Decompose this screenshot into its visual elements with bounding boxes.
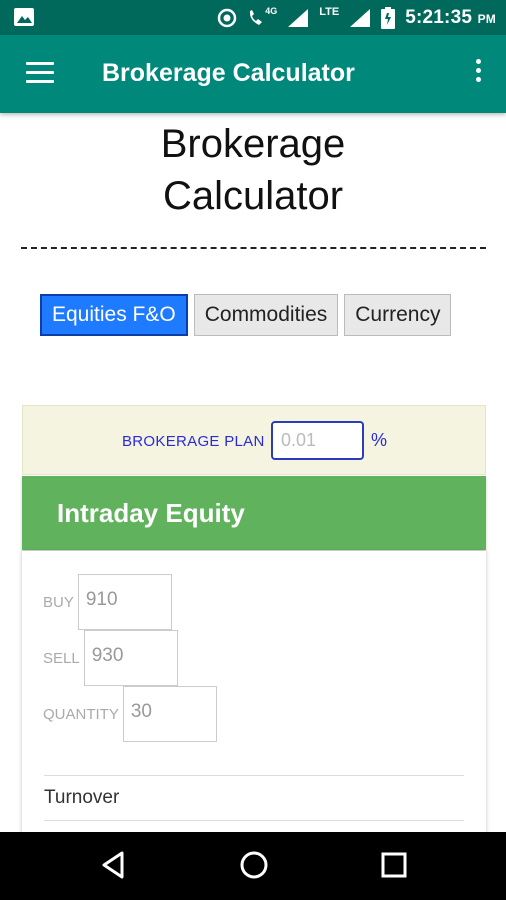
system-navigation-bar	[0, 832, 506, 900]
buy-input[interactable]: 910	[77, 574, 172, 630]
page-title: Brokerage Calculator	[0, 118, 506, 222]
buy-label: BUY	[43, 593, 74, 611]
network-type-label: 4G	[265, 5, 278, 16]
buy-field: BUY 910	[43, 574, 172, 630]
quantity-field: QUANTITY 30	[43, 686, 217, 742]
volte-call-icon: 4G	[247, 5, 278, 28]
app-bar: Brokerage Calculator	[0, 35, 506, 113]
lte-label: LTE	[319, 5, 340, 18]
page-title-line2: Calculator	[162, 174, 344, 218]
brokerage-plan-input[interactable]: 0.01	[271, 421, 364, 460]
intraday-equity-header[interactable]: Intraday Equity	[22, 476, 486, 550]
brokerage-plan-label: BROKERAGE PLAN	[122, 433, 265, 450]
back-icon[interactable]	[100, 850, 128, 880]
tab-commodities[interactable]: Commodities	[193, 294, 339, 336]
brokerage-plan-panel: BROKERAGE PLAN 0.01 %	[22, 405, 486, 475]
app-title: Brokerage Calculator	[102, 59, 355, 87]
home-icon[interactable]	[239, 850, 269, 880]
clock-ampm: PM	[477, 11, 496, 26]
sell-input[interactable]: 930	[83, 630, 178, 686]
sell-field: SELL 930	[43, 630, 178, 686]
quantity-label: QUANTITY	[43, 705, 119, 723]
calculator-card: BUY 910 SELL 930 QUANTITY 30 Turnover	[22, 551, 486, 851]
status-bar: 4G LTE 5:21:35 PM	[0, 0, 506, 35]
dashed-divider	[21, 247, 486, 249]
sync-circle-icon	[217, 8, 237, 27]
result-divider-top	[44, 775, 464, 776]
percent-unit-label: %	[371, 430, 388, 450]
recent-apps-icon[interactable]	[381, 850, 407, 880]
sell-label: SELL	[43, 649, 80, 667]
signal-strength-icon	[288, 8, 309, 27]
tab-equities-fo[interactable]: Equities F&O	[40, 294, 188, 336]
result-divider-bottom	[44, 820, 464, 821]
image-notification-icon	[14, 8, 34, 26]
clock: 5:21:35 PM	[405, 7, 496, 29]
page-title-line1: Brokerage	[160, 122, 346, 166]
quantity-input[interactable]: 30	[122, 686, 217, 742]
hamburger-menu-icon[interactable]	[26, 62, 54, 84]
overflow-menu-icon[interactable]	[474, 59, 482, 89]
clock-time: 5:21:35	[405, 6, 473, 28]
battery-icon	[381, 6, 396, 29]
category-tabs: Equities F&O Commodities Currency	[40, 294, 452, 336]
turnover-label: Turnover	[44, 787, 120, 808]
signal-strength-2-icon	[350, 8, 371, 27]
tab-currency[interactable]: Currency	[344, 294, 452, 336]
